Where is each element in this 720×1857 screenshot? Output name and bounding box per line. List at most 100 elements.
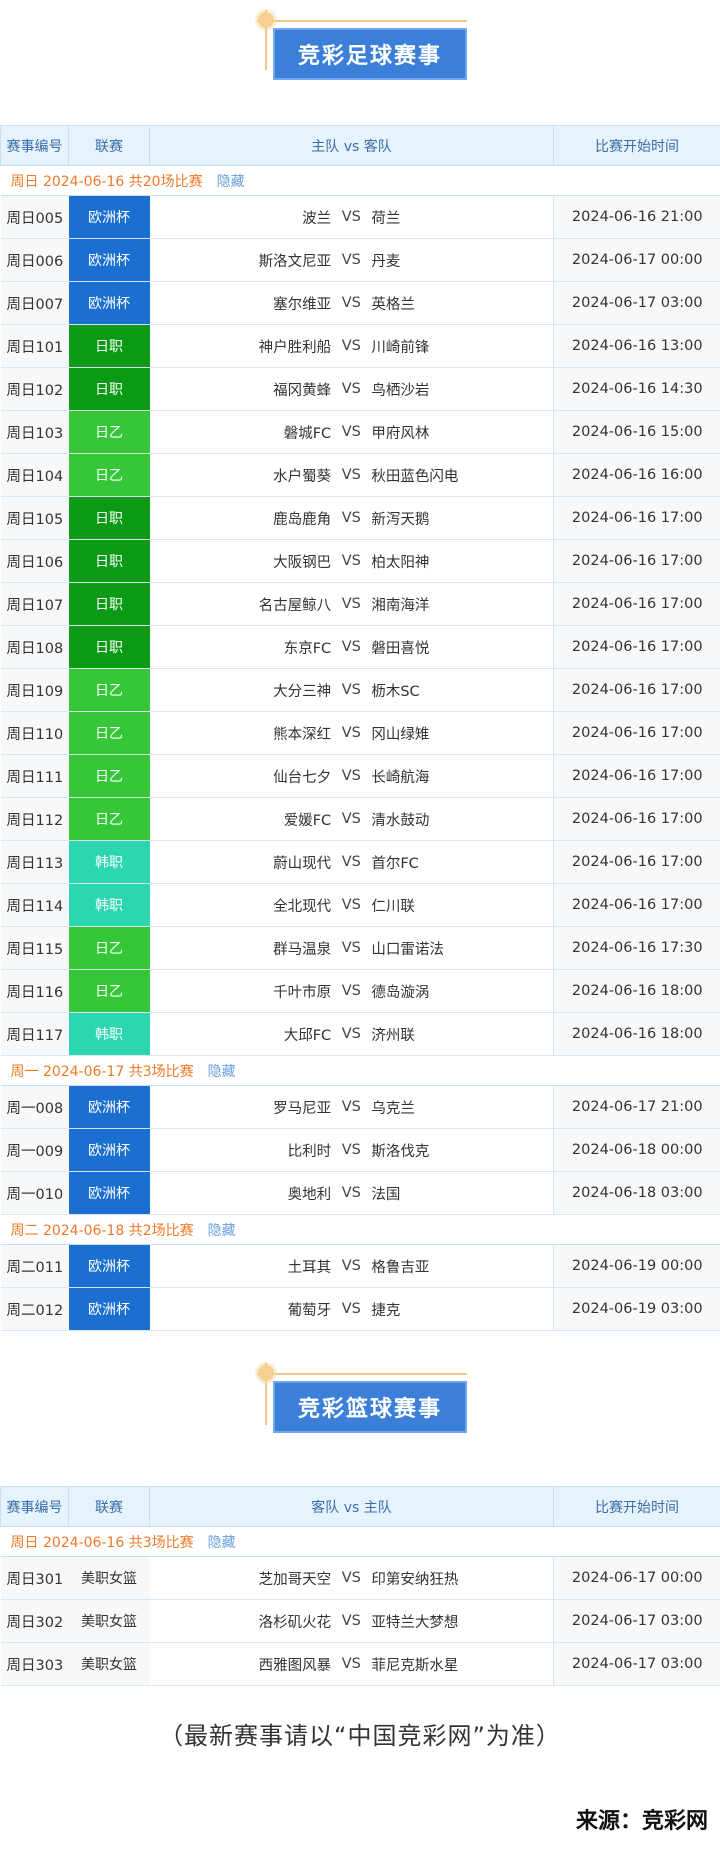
league-badge: 日职 — [68, 367, 150, 411]
match-start-time: 2024-06-17 21:00 — [553, 1085, 720, 1129]
hide-group-link[interactable]: 隐藏 — [208, 1535, 236, 1551]
teams-line: 奥地利 VS 法国 — [150, 1183, 554, 1204]
team-left: 神户胜利船 — [258, 339, 332, 356]
teams-line: 大分三神 VS 枥木SC — [150, 680, 554, 701]
teams-line: 西雅图风暴 VS 菲尼克斯水星 — [150, 1654, 554, 1675]
teams-line: 仙台七夕 VS 长崎航海 — [150, 766, 554, 787]
team-left: 塞尔维亚 — [273, 296, 332, 313]
match-row[interactable]: 周日301 美职女篮 芝加哥天空 VS 印第安纳狂热 2024-06-17 00:00 — [0, 1556, 720, 1600]
teams-line: 全北现代 VS 仁川联 — [150, 895, 554, 916]
match-row[interactable]: 周日112 日乙 爱媛FC VS 清水鼓动 2024-06-16 17:00 — [0, 797, 720, 841]
teams-line: 洛杉矶火花 VS 亚特兰大梦想 — [150, 1611, 554, 1632]
match-row[interactable]: 周日104 日乙 水户蜀葵 VS 秋田蓝色闪电 2024-06-16 16:00 — [0, 453, 720, 497]
match-row[interactable]: 周日103 日乙 磐城FC VS 甲府风林 2024-06-16 15:00 — [0, 410, 720, 454]
match-start-time: 2024-06-17 03:00 — [553, 281, 720, 325]
team-left: 土耳其 — [287, 1259, 332, 1276]
column-header-teams: 主队 vs 客队 — [149, 125, 554, 166]
teams-cell: 仙台七夕 VS 长崎航海 — [149, 754, 554, 798]
vs-label: VS — [341, 768, 361, 784]
match-row[interactable]: 周日116 日乙 千叶市原 VS 德岛漩涡 2024-06-16 18:00 — [0, 969, 720, 1013]
date-group-label: 周二 2024-06-18 共2场比赛 — [10, 1222, 194, 1239]
teams-cell: 比利时 VS 斯洛伐克 — [149, 1128, 554, 1172]
match-row[interactable]: 周一010 欧洲杯 奥地利 VS 法国 2024-06-18 03:00 — [0, 1171, 720, 1215]
league-badge: 日乙 — [68, 410, 150, 454]
team-left: 水户蜀葵 — [273, 468, 332, 485]
teams-cell: 芝加哥天空 VS 印第安纳狂热 — [149, 1556, 554, 1600]
team-right: 捷克 — [371, 1302, 401, 1319]
vs-label: VS — [341, 596, 361, 612]
teams-cell: 福冈黄蜂 VS 鸟栖沙岩 — [149, 367, 554, 411]
teams-cell: 名古屋鲸八 VS 湘南海洋 — [149, 582, 554, 626]
teams-cell: 洛杉矶火花 VS 亚特兰大梦想 — [149, 1599, 554, 1643]
match-row[interactable]: 周日007 欧洲杯 塞尔维亚 VS 英格兰 2024-06-17 03:00 — [0, 281, 720, 325]
title-decoration-star-icon — [258, 1365, 274, 1381]
match-row[interactable]: 周日111 日乙 仙台七夕 VS 长崎航海 2024-06-16 17:00 — [0, 754, 720, 798]
match-start-time: 2024-06-16 17:00 — [553, 582, 720, 626]
match-start-time: 2024-06-16 18:00 — [553, 1012, 720, 1056]
teams-line: 爱媛FC VS 清水鼓动 — [150, 809, 554, 830]
team-left: 洛杉矶火花 — [258, 1614, 332, 1631]
team-left: 东京FC — [283, 640, 332, 657]
match-row[interactable]: 周一008 欧洲杯 罗马尼亚 VS 乌克兰 2024-06-17 21:00 — [0, 1085, 720, 1129]
vs-label: VS — [341, 854, 361, 870]
match-row[interactable]: 周日109 日乙 大分三神 VS 枥木SC 2024-06-16 17:00 — [0, 668, 720, 712]
match-row[interactable]: 周日105 日职 鹿岛鹿角 VS 新泻天鹅 2024-06-16 17:00 — [0, 496, 720, 540]
team-right: 甲府风林 — [371, 425, 430, 442]
match-row[interactable]: 周日117 韩职 大邱FC VS 济州联 2024-06-16 18:00 — [0, 1012, 720, 1056]
vs-label: VS — [341, 1099, 361, 1115]
team-left: 比利时 — [287, 1143, 332, 1160]
league-badge: 日职 — [68, 324, 150, 368]
team-right: 菲尼克斯水星 — [371, 1657, 459, 1674]
match-row[interactable]: 周一009 欧洲杯 比利时 VS 斯洛伐克 2024-06-18 00:00 — [0, 1128, 720, 1172]
vs-label: VS — [341, 1185, 361, 1201]
teams-cell: 大阪钢巴 VS 柏太阳神 — [149, 539, 554, 583]
teams-line: 罗马尼亚 VS 乌克兰 — [150, 1097, 554, 1118]
match-row[interactable]: 周日115 日乙 群马温泉 VS 山口雷诺法 2024-06-16 17:30 — [0, 926, 720, 970]
league-badge: 韩职 — [68, 883, 150, 927]
match-number: 周日006 — [0, 238, 69, 282]
teams-line: 芝加哥天空 VS 印第安纳狂热 — [150, 1568, 554, 1589]
team-right: 亚特兰大梦想 — [371, 1614, 459, 1631]
teams-line: 福冈黄蜂 VS 鸟栖沙岩 — [150, 379, 554, 400]
match-start-time: 2024-06-16 15:00 — [553, 410, 720, 454]
match-number: 周日117 — [0, 1012, 69, 1056]
hide-group-link[interactable]: 隐藏 — [217, 174, 245, 190]
match-row[interactable]: 周日114 韩职 全北现代 VS 仁川联 2024-06-16 17:00 — [0, 883, 720, 927]
match-row[interactable]: 周日106 日职 大阪钢巴 VS 柏太阳神 2024-06-16 17:00 — [0, 539, 720, 583]
match-number: 周日303 — [0, 1642, 69, 1686]
league-badge: 日乙 — [68, 797, 150, 841]
teams-cell: 大分三神 VS 枥木SC — [149, 668, 554, 712]
match-row[interactable]: 周日113 韩职 蔚山现代 VS 首尔FC 2024-06-16 17:00 — [0, 840, 720, 884]
vs-label: VS — [341, 553, 361, 569]
match-row[interactable]: 周日005 欧洲杯 波兰 VS 荷兰 2024-06-16 21:00 — [0, 195, 720, 239]
vs-label: VS — [341, 1570, 361, 1586]
match-number: 周一010 — [0, 1171, 69, 1215]
teams-line: 水户蜀葵 VS 秋田蓝色闪电 — [150, 465, 554, 486]
basketball-schedule-table: 赛事编号 联赛 客队 vs 主队 比赛开始时间 周日 2024-06-16 共3… — [0, 1486, 720, 1686]
match-row[interactable]: 周日107 日职 名古屋鲸八 VS 湘南海洋 2024-06-16 17:00 — [0, 582, 720, 626]
vs-label: VS — [341, 725, 361, 741]
vs-label: VS — [341, 897, 361, 913]
team-right: 枥木SC — [371, 683, 420, 700]
match-row[interactable]: 周日006 欧洲杯 斯洛文尼亚 VS 丹麦 2024-06-17 00:00 — [0, 238, 720, 282]
team-right: 长崎航海 — [371, 769, 430, 786]
football-section-title: 竞彩足球赛事 — [273, 28, 467, 80]
hide-group-link[interactable]: 隐藏 — [208, 1064, 236, 1080]
teams-line: 群马温泉 VS 山口雷诺法 — [150, 938, 554, 959]
hide-group-link[interactable]: 隐藏 — [208, 1223, 236, 1239]
league-badge: 欧洲杯 — [68, 281, 150, 325]
match-number: 周二011 — [0, 1244, 69, 1288]
league-badge: 日乙 — [68, 754, 150, 798]
team-left: 福冈黄蜂 — [273, 382, 332, 399]
match-number: 周日103 — [0, 410, 69, 454]
table-header-row: 赛事编号 联赛 客队 vs 主队 比赛开始时间 — [0, 1486, 720, 1527]
match-row[interactable]: 周二012 欧洲杯 葡萄牙 VS 捷克 2024-06-19 03:00 — [0, 1287, 720, 1331]
match-row[interactable]: 周二011 欧洲杯 土耳其 VS 格鲁吉亚 2024-06-19 00:00 — [0, 1244, 720, 1288]
match-row[interactable]: 周日108 日职 东京FC VS 磐田喜悦 2024-06-16 17:00 — [0, 625, 720, 669]
match-row[interactable]: 周日302 美职女篮 洛杉矶火花 VS 亚特兰大梦想 2024-06-17 03:00 — [0, 1599, 720, 1643]
match-row[interactable]: 周日303 美职女篮 西雅图风暴 VS 菲尼克斯水星 2024-06-17 03:00 — [0, 1642, 720, 1686]
match-row[interactable]: 周日102 日职 福冈黄蜂 VS 鸟栖沙岩 2024-06-16 14:30 — [0, 367, 720, 411]
vs-label: VS — [341, 811, 361, 827]
match-row[interactable]: 周日101 日职 神户胜利船 VS 川崎前锋 2024-06-16 13:00 — [0, 324, 720, 368]
match-row[interactable]: 周日110 日乙 熊本深红 VS 冈山绿雉 2024-06-16 17:00 — [0, 711, 720, 755]
